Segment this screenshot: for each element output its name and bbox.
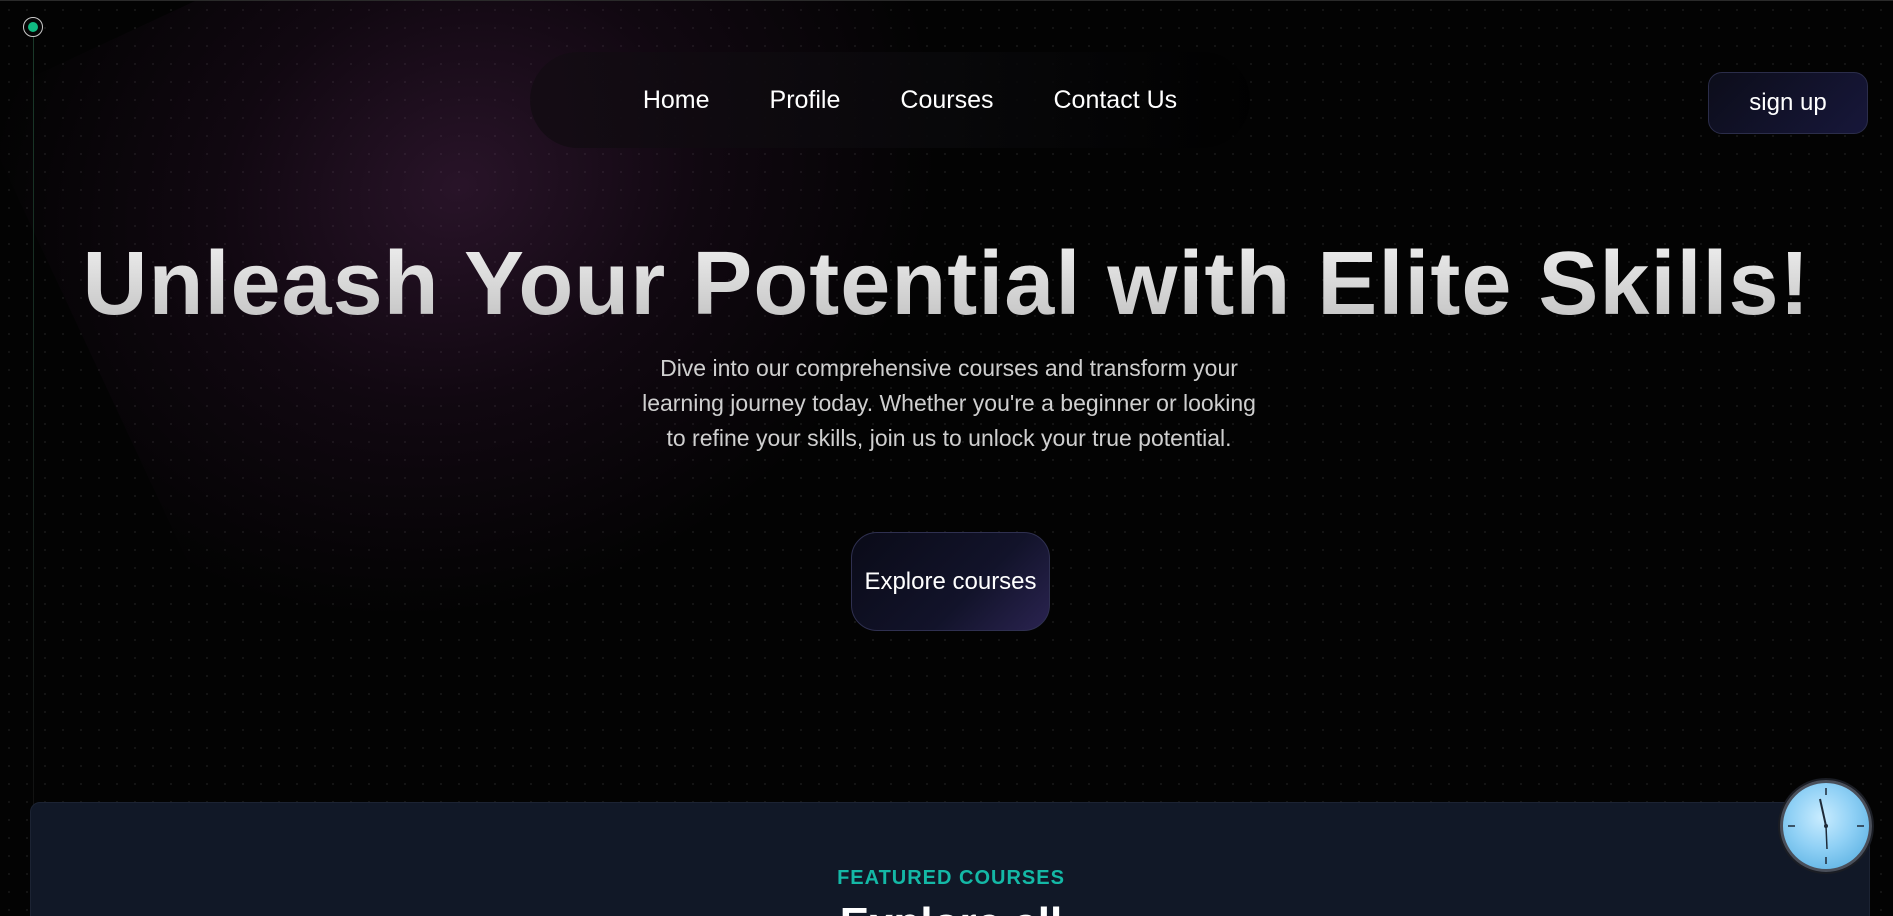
featured-courses-section: FEATURED COURSES Explore all [30,802,1870,916]
explore-courses-button[interactable]: Explore courses [851,532,1050,631]
page: Home Profile Courses Contact Us sign up … [0,0,1893,916]
status-dot-icon [23,17,43,37]
clock-icon[interactable] [1780,780,1872,872]
timeline-rail [33,27,34,807]
nav-home[interactable]: Home [643,86,710,115]
signup-button[interactable]: sign up [1708,72,1868,134]
main-nav: Home Profile Courses Contact Us [530,52,1250,148]
nav-contact-us[interactable]: Contact Us [1053,86,1177,115]
featured-courses-label: FEATURED COURSES [837,867,1065,889]
nav-profile[interactable]: Profile [770,86,841,115]
hero-subtitle: Dive into our comprehensive courses and … [642,355,1256,451]
hero-title: Unleash Your Potential with Elite Skills… [0,233,1893,336]
nav-courses[interactable]: Courses [900,86,993,115]
featured-heading: Explore all [31,899,1871,916]
